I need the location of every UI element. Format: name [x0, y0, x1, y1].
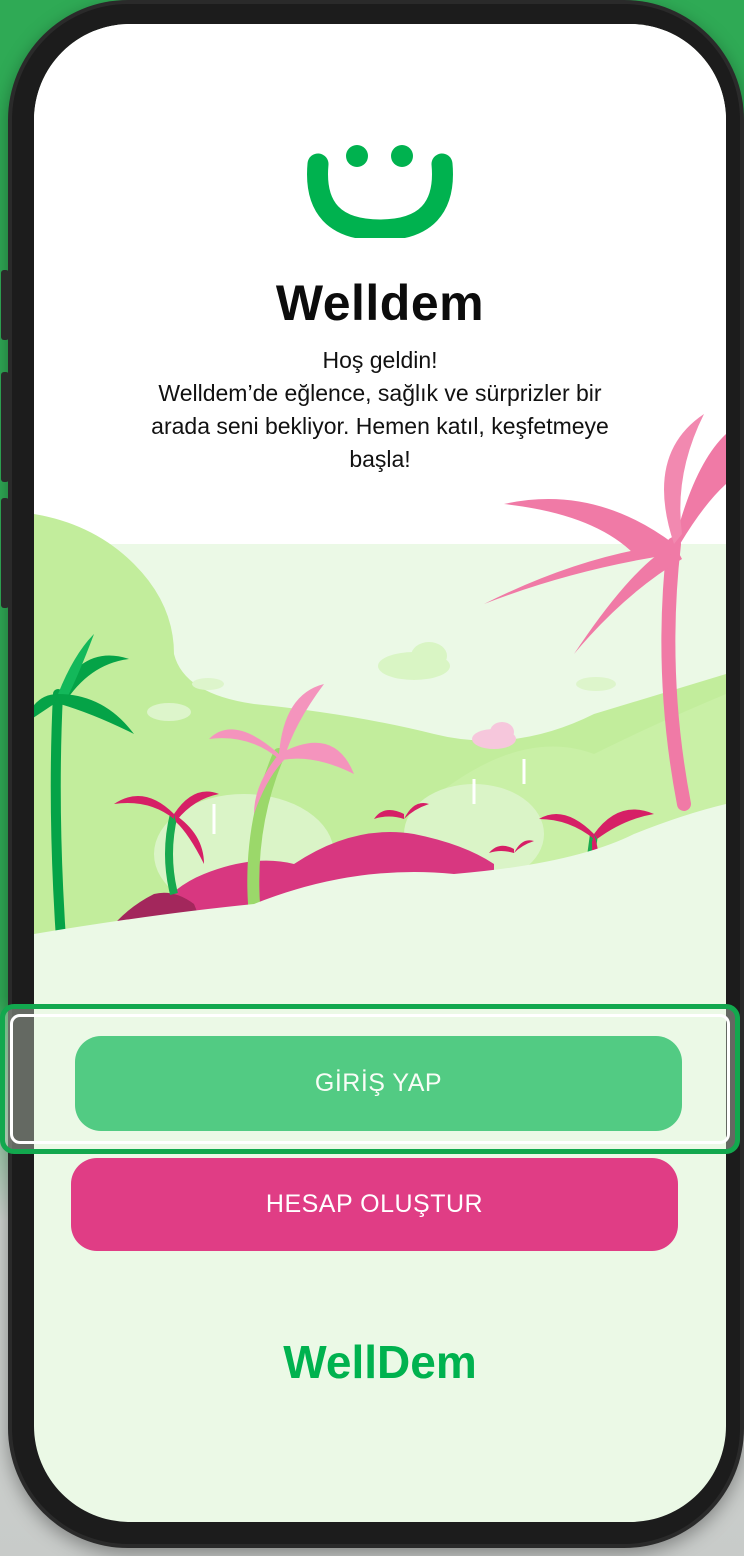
wordmark-text: WellDem: [283, 1336, 476, 1388]
app-title: Welldem: [275, 275, 485, 331]
app-screen: Welldem Hoş geldin! Welldem’de eğlence, …: [34, 24, 726, 1522]
welldem-wordmark-logo: WellDem: [34, 1336, 726, 1393]
login-button[interactable]: GİRİŞ YAP: [75, 1036, 682, 1131]
tropical-palm-landscape-illustration: [34, 414, 726, 954]
phone-side-button: [1, 270, 9, 340]
phone-side-button: [1, 372, 9, 482]
wordmark-icon: WellDem: [283, 1336, 476, 1388]
phone-side-button: [1, 498, 9, 608]
create-account-button[interactable]: HESAP OLUŞTUR: [71, 1158, 678, 1251]
smile-logo-icon: [307, 145, 453, 238]
welcome-line: Hoş geldin!: [322, 347, 438, 373]
